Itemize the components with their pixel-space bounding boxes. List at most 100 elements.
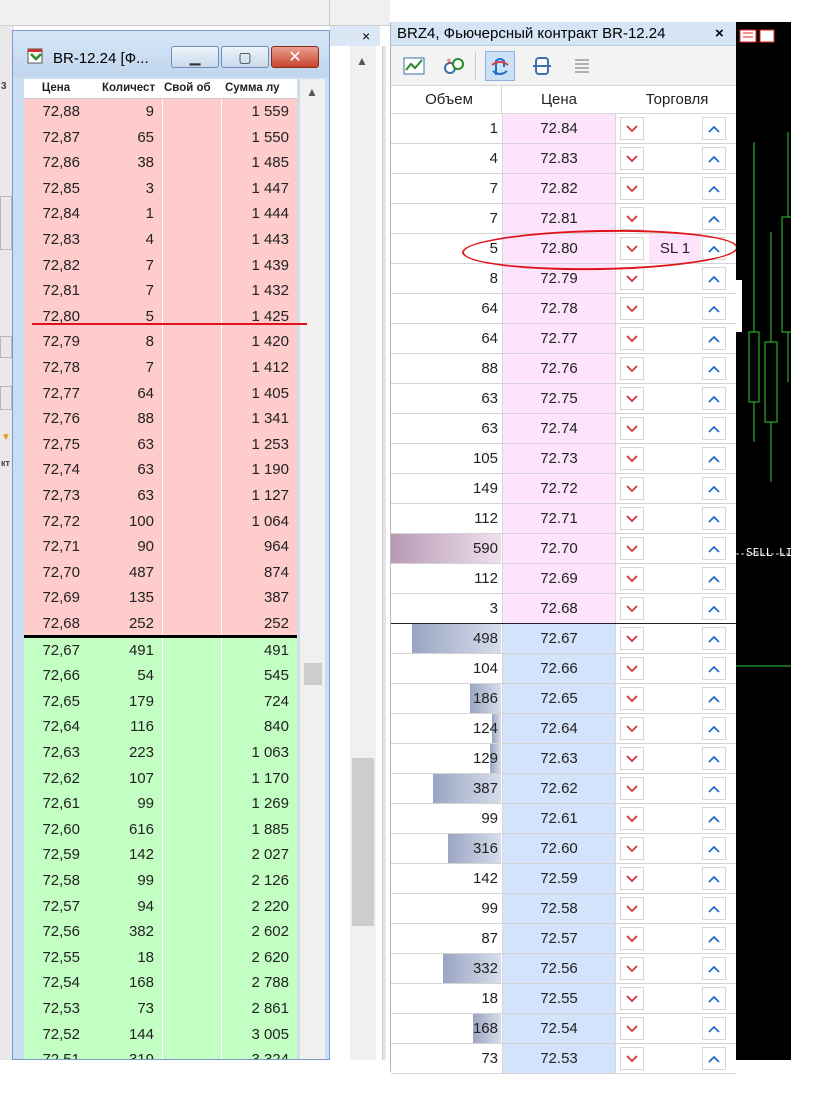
center-button[interactable] xyxy=(527,51,557,81)
table-row[interactable]: 72,68 252 252 xyxy=(24,611,297,637)
price-cell[interactable]: 72.62 xyxy=(502,774,616,803)
dom-row[interactable]: 124 72.64 xyxy=(391,714,736,744)
sell-button[interactable] xyxy=(620,597,644,620)
table-row[interactable]: 72,79 8 1 420 xyxy=(24,329,297,355)
dom-row[interactable]: 112 72.69 xyxy=(391,564,736,594)
dom-row[interactable]: 7 72.81 xyxy=(391,204,736,234)
sell-button[interactable] xyxy=(620,867,644,890)
dom-row[interactable]: 316 72.60 xyxy=(391,834,736,864)
table-row[interactable]: 72,76 88 1 341 xyxy=(24,406,297,432)
price-cell[interactable]: 72.82 xyxy=(502,174,616,203)
sell-button[interactable] xyxy=(620,327,644,350)
table-row[interactable]: 72,67 491 491 xyxy=(24,637,297,664)
buy-button[interactable] xyxy=(702,177,726,200)
dom-row[interactable]: 18 72.55 xyxy=(391,984,736,1014)
sell-button[interactable] xyxy=(620,177,644,200)
sell-button[interactable] xyxy=(620,477,644,500)
dom-row[interactable]: 112 72.71 xyxy=(391,504,736,534)
sell-button[interactable] xyxy=(620,417,644,440)
buy-button[interactable] xyxy=(702,417,726,440)
sell-button[interactable] xyxy=(620,657,644,680)
dom-row[interactable]: 142 72.59 xyxy=(391,864,736,894)
buy-button[interactable] xyxy=(702,627,726,650)
dom-row[interactable]: 3 72.68 xyxy=(391,594,736,624)
settings-button[interactable] xyxy=(567,51,597,81)
vertical-scrollbar[interactable]: ▲ xyxy=(350,46,376,1060)
dom-row[interactable]: 99 72.61 xyxy=(391,804,736,834)
sell-button[interactable] xyxy=(620,897,644,920)
sell-button[interactable] xyxy=(620,567,644,590)
price-cell[interactable]: 72.60 xyxy=(502,834,616,863)
table-row[interactable]: 72,53 73 2 861 xyxy=(24,996,297,1022)
table-row[interactable]: 72,73 63 1 127 xyxy=(24,483,297,509)
dom-titlebar[interactable]: BRZ4, Фьючерсный контракт BR-12.24 × xyxy=(391,22,736,46)
buy-button[interactable] xyxy=(702,117,726,140)
price-cell[interactable]: 72.67 xyxy=(502,624,616,653)
table-row[interactable]: 72,86 38 1 485 xyxy=(24,150,297,176)
buy-button[interactable] xyxy=(702,567,726,590)
price-cell[interactable]: 72.53 xyxy=(502,1044,616,1073)
dom-row[interactable]: 7 72.82 xyxy=(391,174,736,204)
table-row[interactable]: 72,84 1 1 444 xyxy=(24,201,297,227)
dom-row[interactable]: 149 72.72 xyxy=(391,474,736,504)
table-row[interactable]: 72,54 168 2 788 xyxy=(24,970,297,996)
buy-button[interactable] xyxy=(702,897,726,920)
price-cell[interactable]: 72.70 xyxy=(502,534,616,563)
close-button[interactable]: ✕ xyxy=(271,46,319,68)
price-cell[interactable]: 72.84 xyxy=(502,114,616,143)
dom-row[interactable]: 168 72.54 xyxy=(391,1014,736,1044)
buy-button[interactable] xyxy=(702,507,726,530)
table-row[interactable]: 72,71 90 964 xyxy=(24,534,297,560)
dom-row[interactable]: 4 72.83 xyxy=(391,144,736,174)
column-header-price[interactable]: Цена xyxy=(34,82,78,94)
price-cell[interactable]: 72.71 xyxy=(502,504,616,533)
dom-row[interactable]: 332 72.56 xyxy=(391,954,736,984)
table-row[interactable]: 72,57 94 2 220 xyxy=(24,893,297,920)
buy-button[interactable] xyxy=(702,267,726,290)
column-header-own[interactable]: Свой об xyxy=(164,82,224,94)
price-cell[interactable]: 72.78 xyxy=(502,294,616,323)
price-cell[interactable]: 72.55 xyxy=(502,984,616,1013)
column-header-sum[interactable]: Сумма лу xyxy=(225,82,289,94)
sell-button[interactable] xyxy=(620,627,644,650)
table-row[interactable]: 72,78 7 1 412 xyxy=(24,355,297,381)
price-cell[interactable]: 72.64 xyxy=(502,714,616,743)
table-row[interactable]: 72,81 7 1 432 xyxy=(24,278,297,304)
buy-button[interactable] xyxy=(702,537,726,560)
dom-row[interactable]: 387 72.62 xyxy=(391,774,736,804)
dom-row[interactable]: 1 72.84 xyxy=(391,114,736,144)
dom-row[interactable]: 105 72.73 xyxy=(391,444,736,474)
buy-button[interactable] xyxy=(702,777,726,800)
buy-button[interactable] xyxy=(702,477,726,500)
sell-button[interactable] xyxy=(620,777,644,800)
buy-button[interactable] xyxy=(702,807,726,830)
buy-button[interactable] xyxy=(702,657,726,680)
splitter[interactable] xyxy=(382,46,386,1060)
buy-button[interactable] xyxy=(702,207,726,230)
sell-button[interactable] xyxy=(620,357,644,380)
table-row[interactable]: 72,62 107 1 170 xyxy=(24,765,297,792)
price-cell[interactable]: 72.56 xyxy=(502,954,616,983)
buy-button[interactable] xyxy=(702,297,726,320)
sell-button[interactable] xyxy=(620,1017,644,1040)
dom-row[interactable]: 64 72.78 xyxy=(391,294,736,324)
scroll-thumb[interactable] xyxy=(352,758,374,926)
buy-button[interactable] xyxy=(702,387,726,410)
table-row[interactable]: 72,52 144 3 005 xyxy=(24,1021,297,1048)
table-row[interactable]: 72,60 616 1 885 xyxy=(24,816,297,843)
sell-button[interactable] xyxy=(620,537,644,560)
dom-row[interactable]: 104 72.66 xyxy=(391,654,736,684)
sell-button[interactable] xyxy=(620,687,644,710)
scroll-up-icon[interactable]: ▲ xyxy=(306,85,318,99)
table-row[interactable]: 72,69 135 387 xyxy=(24,585,297,611)
buy-button[interactable] xyxy=(702,717,726,740)
sell-button[interactable] xyxy=(620,747,644,770)
table-row[interactable]: 72,70 487 874 xyxy=(24,559,297,586)
sell-button[interactable] xyxy=(620,147,644,170)
dom-row[interactable]: 88 72.76 xyxy=(391,354,736,384)
buy-button[interactable] xyxy=(702,147,726,170)
price-cell[interactable]: 72.81 xyxy=(502,204,616,233)
sell-button[interactable] xyxy=(620,117,644,140)
sell-button[interactable] xyxy=(620,717,644,740)
table-row[interactable]: 72,51 319 3 324 xyxy=(24,1047,297,1059)
